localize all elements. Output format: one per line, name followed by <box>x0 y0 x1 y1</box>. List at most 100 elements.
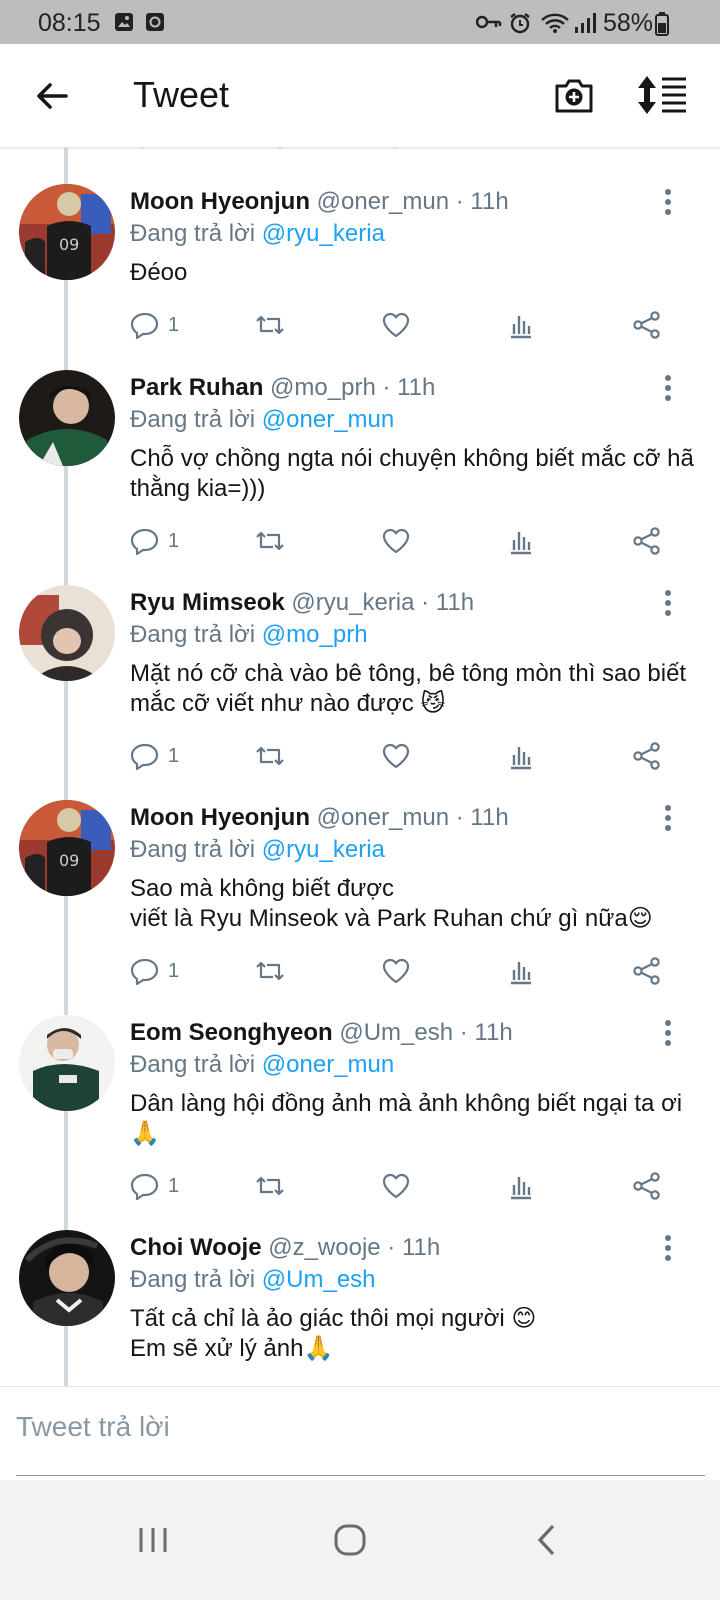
previous-tweet-actions <box>141 148 397 149</box>
tweet-header: Ryu Mimseok @ryu_keria · 11h <box>130 587 474 619</box>
tweet-header: Moon Hyeonjun @oner_mun · 11h <box>130 802 509 834</box>
analytics-icon <box>511 747 531 770</box>
replying-to: Đang trả lời @oner_mun <box>130 1049 394 1081</box>
retweet-button[interactable] <box>255 308 285 342</box>
share-button[interactable] <box>632 1169 662 1203</box>
reply-button[interactable]: 1 <box>130 739 179 773</box>
input-underline <box>16 1475 705 1476</box>
like-button[interactable] <box>381 524 411 558</box>
avatar[interactable] <box>19 370 115 466</box>
tweet-actions: 1 <box>130 954 675 988</box>
like-button[interactable] <box>381 308 411 342</box>
analytics-icon <box>511 1177 531 1200</box>
avatar[interactable] <box>19 585 115 681</box>
signal-icon <box>575 13 596 33</box>
analytics-button[interactable] <box>506 954 536 988</box>
author-name[interactable]: Park Ruhan <box>130 374 263 401</box>
reply-icon <box>130 528 159 556</box>
mention-link[interactable]: @Um_esh <box>262 1266 376 1293</box>
analytics-button[interactable] <box>506 524 536 558</box>
retweet-icon <box>256 531 284 551</box>
author-meta: @Um_esh · 11h <box>339 1019 513 1046</box>
author-name[interactable]: Moon Hyeonjun <box>130 804 310 831</box>
more-vertical-icon[interactable] <box>658 589 678 617</box>
more-vertical-icon[interactable] <box>658 374 678 402</box>
system-nav-bar <box>0 1480 720 1600</box>
reply-thread: 09 Moon Hyeonjun @oner_mun · 11h Đang tr… <box>0 148 720 1386</box>
back-nav-icon[interactable] <box>528 1520 568 1560</box>
arrow-left-icon[interactable] <box>32 76 72 116</box>
reply-button[interactable]: 1 <box>130 1169 179 1203</box>
retweet-button[interactable] <box>255 524 285 558</box>
heart-icon <box>382 312 410 338</box>
battery-icon <box>655 12 669 36</box>
more-vertical-icon[interactable] <box>658 1019 678 1047</box>
more-vertical-icon[interactable] <box>658 1234 678 1262</box>
reply-icon <box>130 312 159 340</box>
camera-add-icon[interactable] <box>553 74 595 116</box>
author-name[interactable]: Moon Hyeonjun <box>130 188 310 215</box>
like-button[interactable] <box>381 954 411 988</box>
tweet-header: Eom Seonghyeon @Um_esh · 11h <box>130 1017 513 1049</box>
vpn-key-icon <box>476 15 502 29</box>
reply-count: 1 <box>168 1174 180 1197</box>
retweet-icon <box>256 961 284 981</box>
more-vertical-icon[interactable] <box>658 804 678 832</box>
like-button[interactable] <box>381 1169 411 1203</box>
home-icon[interactable] <box>330 1520 370 1560</box>
mention-link[interactable]: @mo_prh <box>262 621 368 648</box>
reply-button[interactable]: 1 <box>130 308 179 342</box>
replying-to-label: Đang trả lời <box>130 1051 256 1078</box>
mention-link[interactable]: @oner_mun <box>262 1051 394 1078</box>
analytics-icon <box>511 532 531 555</box>
analytics-button[interactable] <box>506 739 536 773</box>
svg-text:09: 09 <box>59 235 79 254</box>
share-icon <box>633 527 660 555</box>
author-meta: @ryu_keria · 11h <box>291 589 475 616</box>
avatar[interactable]: 09 <box>19 800 115 896</box>
analytics-button[interactable] <box>506 308 536 342</box>
share-button[interactable] <box>632 954 662 988</box>
mention-link[interactable]: @ryu_keria <box>262 836 385 863</box>
battery-percent: 58% <box>603 9 654 37</box>
share-button[interactable] <box>632 308 662 342</box>
share-button[interactable] <box>632 524 662 558</box>
author-name[interactable]: Eom Seonghyeon <box>130 1019 333 1046</box>
mention-link[interactable]: @oner_mun <box>262 406 394 433</box>
reply-button[interactable]: 1 <box>130 954 179 988</box>
avatar[interactable] <box>19 1230 115 1326</box>
replying-to-label: Đang trả lời <box>130 220 256 247</box>
tweet-text: Sao mà không biết được viết là Ryu Minse… <box>130 875 653 932</box>
tweet-header: Choi Wooje @z_wooje · 11h <box>130 1232 440 1264</box>
avatar[interactable] <box>19 1015 115 1111</box>
retweet-button[interactable] <box>255 954 285 988</box>
reply-input[interactable]: Tweet trả lời <box>16 1411 170 1443</box>
more-vertical-icon[interactable] <box>658 188 678 216</box>
author-name[interactable]: Choi Wooje <box>130 1234 262 1261</box>
mention-link[interactable]: @ryu_keria <box>262 220 385 247</box>
page-title: Tweet <box>133 74 230 115</box>
reply-icon <box>130 743 159 771</box>
analytics-button[interactable] <box>506 1169 536 1203</box>
share-button[interactable] <box>632 739 662 773</box>
tweet-actions: 1 <box>130 1169 675 1203</box>
sort-icon[interactable] <box>637 74 687 116</box>
reply-count: 1 <box>168 744 180 767</box>
thread-connector-line <box>64 148 68 1386</box>
reply-button[interactable]: 1 <box>130 524 179 558</box>
avatar[interactable]: 09 <box>19 184 115 280</box>
tweet-text: Mặt nó cỡ chà vào bê tông, bê tông mòn t… <box>130 660 687 717</box>
retweet-icon <box>256 315 284 335</box>
like-button[interactable] <box>381 739 411 773</box>
author-name[interactable]: Ryu Mimseok <box>130 589 285 616</box>
tweet-header: Park Ruhan @mo_prh · 11h <box>130 372 435 404</box>
retweet-button[interactable] <box>255 1169 285 1203</box>
reply-composer[interactable]: Tweet trả lời <box>0 1386 720 1476</box>
tweet-actions: 1 <box>130 739 675 773</box>
author-meta: @oner_mun · 11h <box>316 188 509 215</box>
analytics-icon <box>511 962 531 985</box>
retweet-button[interactable] <box>255 739 285 773</box>
recent-apps-icon[interactable] <box>133 1520 173 1560</box>
replying-to: Đang trả lời @oner_mun <box>130 404 394 436</box>
author-meta: @mo_prh · 11h <box>270 374 436 401</box>
